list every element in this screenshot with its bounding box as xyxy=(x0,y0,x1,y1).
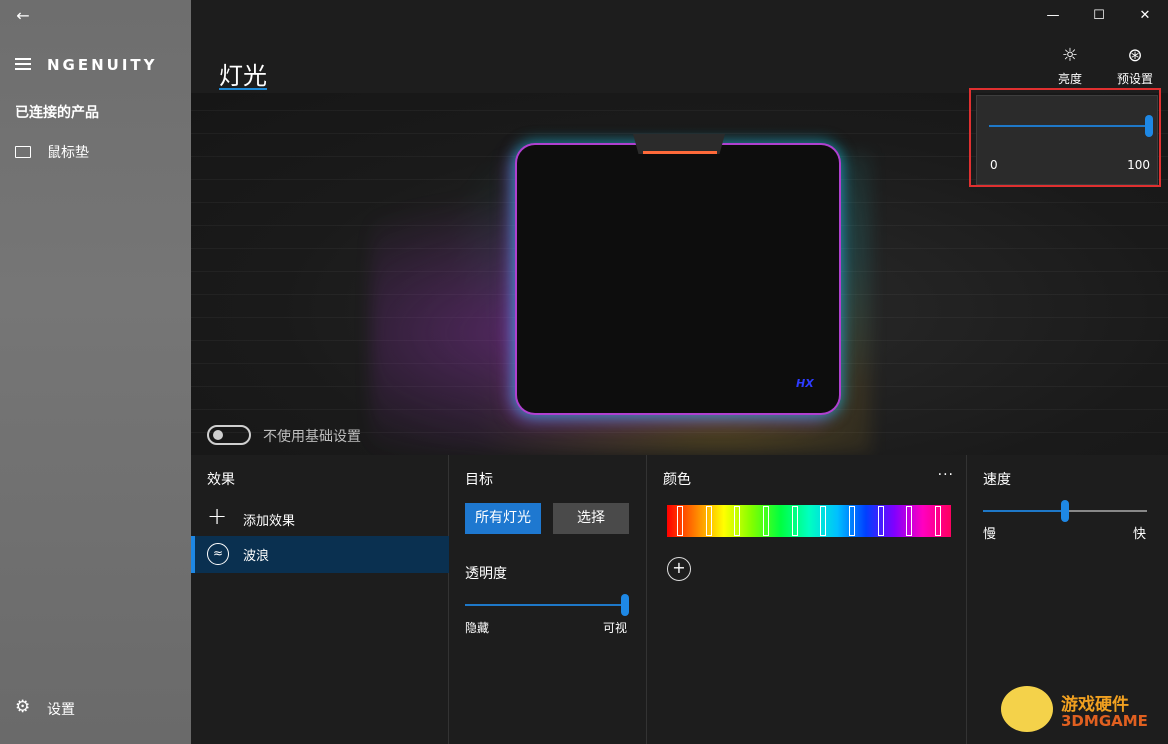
toggle-knob xyxy=(213,430,223,440)
effect-label: 波浪 xyxy=(243,549,270,564)
opacity-title: 透明度 xyxy=(465,566,507,582)
all-lights-button[interactable]: 所有灯光 xyxy=(465,503,541,534)
color-stop-handle[interactable] xyxy=(705,506,712,536)
sidebar: ← NGENUITY 已连接的产品 鼠标垫 ⚙ 设置 xyxy=(0,0,191,744)
mousepad-icon xyxy=(15,146,31,158)
base-settings-toggle[interactable] xyxy=(207,425,251,445)
speed-slow-label: 慢 xyxy=(983,527,997,542)
back-arrow-icon[interactable]: ← xyxy=(10,6,36,26)
page-title: 灯光 xyxy=(219,62,267,90)
mousepad-image xyxy=(517,145,839,413)
title-underline xyxy=(219,88,267,90)
hamburger-menu-icon[interactable] xyxy=(15,58,31,72)
speed-title: 速度 xyxy=(983,472,1011,488)
opacity-slider-track[interactable] xyxy=(465,604,625,606)
mousepad-light-strip xyxy=(643,151,717,154)
color-panel: 颜色 ··· + xyxy=(647,455,967,744)
select-button[interactable]: 选择 xyxy=(553,503,629,534)
color-stop-handle[interactable] xyxy=(820,506,827,536)
gear-icon: ⚙ xyxy=(15,697,31,717)
effects-panel: 效果 + 添加效果 ≈ 波浪 xyxy=(191,455,449,744)
color-stop-handle[interactable] xyxy=(906,506,913,536)
add-color-button[interactable]: + xyxy=(667,557,691,581)
bird-mascot-icon xyxy=(1001,686,1053,732)
color-stop-handle[interactable] xyxy=(734,506,741,536)
plus-icon: + xyxy=(207,502,228,530)
main-content: — ☐ ✕ 灯光 ☼ 亮度 ⊛ 预设置 HX 不使用基础设置 0 100 效果 xyxy=(191,0,1168,744)
color-title: 颜色 xyxy=(663,472,691,488)
speed-fast-label: 快 xyxy=(1133,527,1147,542)
color-stop-handle[interactable] xyxy=(677,506,683,536)
annotation-highlight-box xyxy=(969,88,1161,187)
window-controls: — ☐ ✕ xyxy=(1030,0,1168,32)
settings-label: 设置 xyxy=(47,702,75,718)
site-watermark: 游戏硬件 3DMGAME xyxy=(1001,686,1161,734)
sidebar-item-settings[interactable]: ⚙ 设置 xyxy=(0,694,191,722)
minimize-button[interactable]: — xyxy=(1030,0,1076,32)
preset-label: 预设置 xyxy=(1116,72,1153,86)
add-effect-button[interactable]: + 添加效果 xyxy=(191,502,449,533)
brand-logo: NGENUITY xyxy=(47,56,158,74)
watermark-line2: 3DMGAME xyxy=(1061,712,1148,730)
opacity-max-label: 可视 xyxy=(603,621,628,635)
color-stop-handle[interactable] xyxy=(935,506,941,536)
color-stop-handle[interactable] xyxy=(791,506,798,536)
effects-title: 效果 xyxy=(207,472,235,488)
color-stop-handle[interactable] xyxy=(763,506,769,536)
sidebar-item-mousepad[interactable]: 鼠标垫 xyxy=(0,138,191,166)
target-title: 目标 xyxy=(465,472,493,488)
base-settings-label: 不使用基础设置 xyxy=(263,429,361,445)
connected-products-heading: 已连接的产品 xyxy=(15,105,99,121)
more-options-icon[interactable]: ··· xyxy=(938,467,954,483)
hyperx-logo-icon: HX xyxy=(796,377,814,390)
sidebar-item-label: 鼠标垫 xyxy=(47,145,89,161)
target-panel: 目标 所有灯光 选择 透明度 隐藏 可视 xyxy=(449,455,647,744)
color-gradient-bar[interactable] xyxy=(667,505,951,537)
color-stop-handle[interactable] xyxy=(849,506,855,536)
wave-icon: ≈ xyxy=(207,543,229,565)
speed-slider-thumb[interactable] xyxy=(1061,500,1069,522)
opacity-min-label: 隐藏 xyxy=(465,621,490,635)
color-stop-handle[interactable] xyxy=(877,506,884,536)
opacity-slider-thumb[interactable] xyxy=(621,594,629,616)
sun-icon: ☼ xyxy=(1061,45,1079,66)
close-button[interactable]: ✕ xyxy=(1122,0,1168,32)
presets-icon: ⊛ xyxy=(1127,45,1143,66)
preset-button[interactable]: ⊛ 预设置 xyxy=(1113,44,1157,87)
maximize-button[interactable]: ☐ xyxy=(1076,0,1122,32)
add-effect-label: 添加效果 xyxy=(243,514,296,529)
brightness-button[interactable]: ☼ 亮度 xyxy=(1048,44,1092,87)
brightness-label: 亮度 xyxy=(1057,72,1082,86)
effect-item-wave[interactable]: ≈ 波浪 xyxy=(191,536,449,573)
